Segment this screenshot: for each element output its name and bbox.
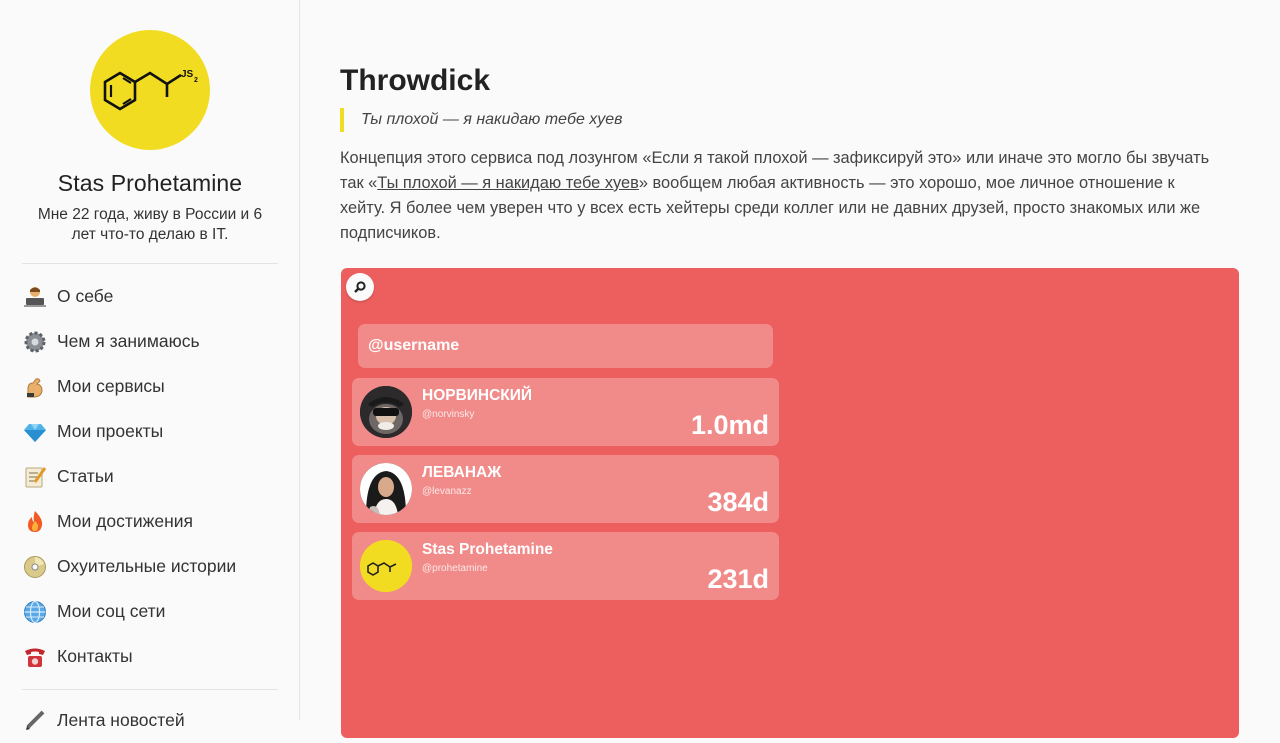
profile-name: Stas Prohetamine	[57, 170, 243, 196]
amphetamine-molecule-icon: JS 2	[103, 69, 198, 111]
pen-icon	[22, 708, 48, 734]
card-name: НОРВИНСКИЙ	[422, 387, 533, 404]
sidebar: JS 2 Stas Prohetamine Мне 22 года, живу …	[0, 0, 300, 730]
avatar	[360, 463, 412, 515]
tagline-quote: Ты плохой — я накидаю тебе хуев	[340, 108, 623, 132]
sidebar-item-news[interactable]: Лента новостей	[0, 698, 300, 743]
gem-icon	[22, 419, 48, 445]
tagline-link[interactable]: Ты плохой — я накидаю тебе хуев	[377, 174, 639, 192]
sidebar-item-social[interactable]: Мои соц сети	[0, 589, 300, 634]
card-name: Stas Prohetamine	[422, 541, 553, 558]
sidebar-item-services[interactable]: Мои сервисы	[0, 364, 300, 409]
svg-text:2: 2	[194, 77, 198, 84]
sidebar-item-projects[interactable]: Мои проекты	[0, 409, 300, 454]
sidebar-nav: О себе Чем я занимаюсь Мои сервисы Мои п…	[0, 274, 300, 679]
username-input[interactable]: @username	[358, 324, 773, 368]
zoom-button[interactable]	[346, 273, 374, 301]
card-name: ЛЕВАНАЖ	[422, 464, 502, 481]
flexed-biceps-icon	[22, 374, 48, 400]
dvd-icon	[22, 554, 48, 580]
sidebar-divider	[22, 263, 278, 264]
card-score: 231d	[707, 564, 769, 594]
profile-bio: Мне 22 года, живу в России и 6 лет что-т…	[37, 206, 263, 243]
laptop-person-icon	[22, 284, 48, 310]
telephone-icon	[22, 644, 48, 670]
gear-icon	[22, 329, 48, 355]
sidebar-item-about[interactable]: О себе	[0, 274, 300, 319]
magnifier-icon	[354, 281, 366, 293]
sidebar-item-articles[interactable]: Статьи	[0, 454, 300, 499]
fire-icon	[22, 509, 48, 535]
throwdick-preview[interactable]: @username НОРВИНСКИЙ @norvinsky 1.0md ЛЕ…	[341, 268, 1239, 738]
card-score: 384d	[707, 487, 769, 517]
memo-icon	[22, 464, 48, 490]
card-handle: @levanazz	[422, 486, 472, 497]
avatar	[360, 540, 412, 592]
user-card[interactable]: ЛЕВАНАЖ @levanazz 384d	[352, 455, 779, 523]
card-score: 1.0md	[690, 410, 769, 440]
page-title: Throwdick	[340, 64, 491, 97]
sidebar-item-contacts[interactable]: Контакты	[0, 634, 300, 679]
user-card[interactable]: Stas Prohetamine @prohetamine 231d	[352, 532, 779, 600]
profile-logo[interactable]: JS 2	[90, 30, 210, 150]
intro-paragraph: Концепция этого сервиса под лозунгом «Ес…	[340, 149, 1210, 242]
avatar	[360, 386, 412, 438]
sidebar-item-stories[interactable]: Охуительные истории	[0, 544, 300, 589]
card-handle: @prohetamine	[422, 563, 488, 574]
card-handle: @norvinsky	[422, 409, 475, 420]
sidebar-item-work[interactable]: Чем я занимаюсь	[0, 319, 300, 364]
svg-text:JS: JS	[181, 69, 194, 80]
globe-icon	[22, 599, 48, 625]
user-card[interactable]: НОРВИНСКИЙ @norvinsky 1.0md	[352, 378, 779, 446]
sidebar-item-achievements[interactable]: Мои достижения	[0, 499, 300, 544]
sidebar-divider-2	[22, 689, 278, 690]
